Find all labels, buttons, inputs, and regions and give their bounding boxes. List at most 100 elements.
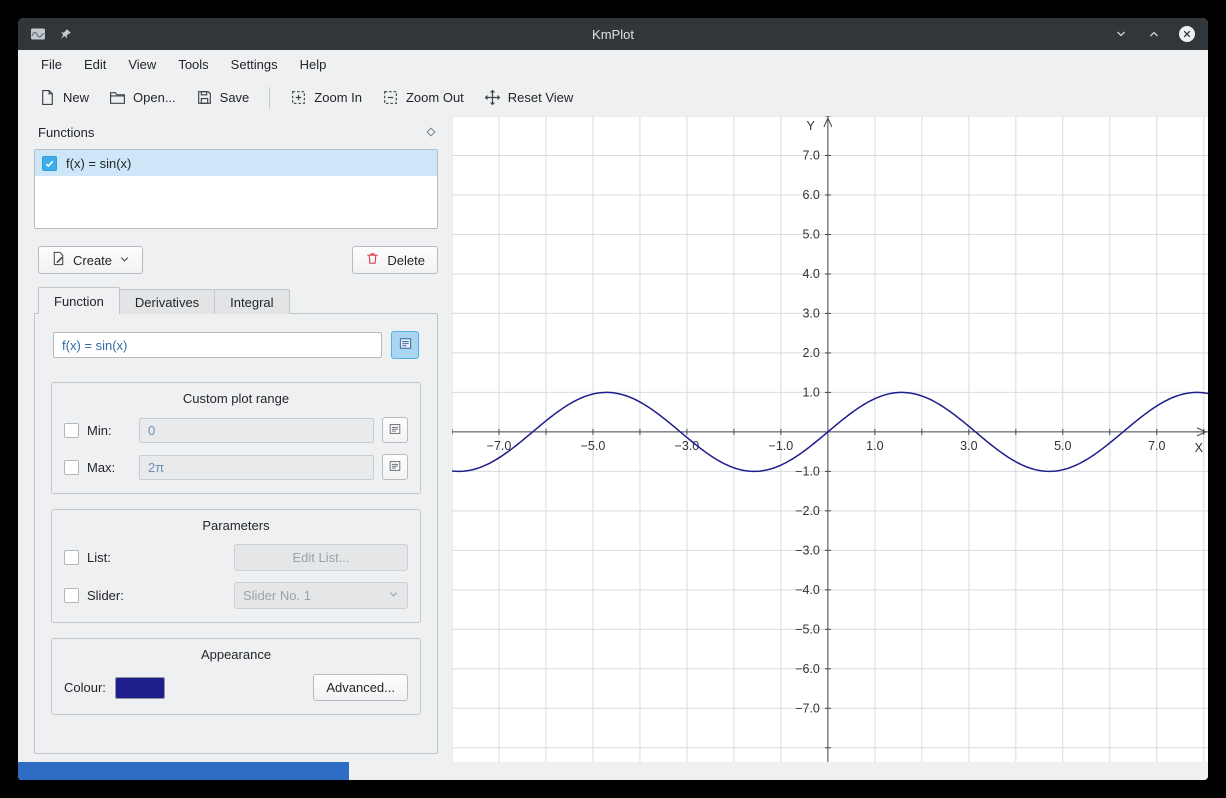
zoom-out-button[interactable]: Zoom Out <box>373 84 473 111</box>
open-folder-icon <box>109 89 126 106</box>
svg-text:−2.0: −2.0 <box>795 504 820 518</box>
function-list-item-label: f(x) = sin(x) <box>66 156 131 171</box>
max-editor-icon <box>388 459 402 476</box>
combo-chevron-down-icon <box>388 588 399 603</box>
equation-input[interactable]: f(x) = sin(x) <box>53 332 382 358</box>
slider-checkbox[interactable] <box>64 588 79 603</box>
svg-text:5.0: 5.0 <box>802 227 819 241</box>
statusbar <box>18 762 1208 780</box>
menu-help[interactable]: Help <box>291 53 336 76</box>
max-input: 2π <box>139 455 374 480</box>
menu-edit[interactable]: Edit <box>75 53 115 76</box>
tab-function[interactable]: Function <box>38 287 120 314</box>
svg-text:−7.0: −7.0 <box>487 439 512 453</box>
titlebar[interactable]: KmPlot <box>18 18 1208 50</box>
list-checkbox[interactable] <box>64 550 79 565</box>
menu-settings[interactable]: Settings <box>222 53 287 76</box>
max-value: 2π <box>148 460 164 475</box>
colour-swatch[interactable] <box>115 677 165 699</box>
slider-label: Slider: <box>87 588 131 603</box>
equation-editor-button[interactable] <box>391 331 419 359</box>
dock-float-icon[interactable] <box>424 125 438 139</box>
equation-text: f(x) = sin(x) <box>62 338 127 353</box>
advanced-button[interactable]: Advanced... <box>313 674 408 701</box>
function-tab-panel: f(x) = sin(x) Custom plot range Min: 0 <box>34 313 438 754</box>
new-button-label: New <box>63 90 89 105</box>
plot-view[interactable]: −7.0−5.0−3.0−1.01.03.05.07.0−7.0−6.0−5.0… <box>452 116 1208 762</box>
save-button[interactable]: Save <box>187 84 259 111</box>
svg-text:−4.0: −4.0 <box>795 583 820 597</box>
svg-text:1.0: 1.0 <box>866 439 883 453</box>
open-button-label: Open... <box>133 90 176 105</box>
toolbar: New Open... Save Zoom In Zoom Out Reset … <box>18 79 1208 116</box>
save-floppy-icon <box>196 89 213 106</box>
min-editor-icon <box>388 422 402 439</box>
svg-text:2.0: 2.0 <box>802 346 819 360</box>
shade-button[interactable] <box>1112 25 1130 43</box>
reset-view-button-label: Reset View <box>508 90 574 105</box>
open-button[interactable]: Open... <box>100 84 185 111</box>
function-tabs: Function Derivatives Integral <box>34 287 438 314</box>
create-button-label: Create <box>73 253 112 268</box>
function-list-item[interactable]: f(x) = sin(x) <box>35 150 437 176</box>
max-editor-button <box>382 454 408 480</box>
function-list[interactable]: f(x) = sin(x) <box>34 149 438 229</box>
create-function-icon <box>51 251 66 269</box>
min-label: Min: <box>87 423 131 438</box>
svg-text:X: X <box>1195 441 1204 455</box>
menu-tools[interactable]: Tools <box>169 53 217 76</box>
functions-dock: Functions f(x) = sin(x) Create <box>18 116 452 762</box>
chevron-down-icon <box>119 253 130 268</box>
maximize-button[interactable] <box>1145 25 1163 43</box>
svg-text:−5.0: −5.0 <box>795 622 820 636</box>
edit-list-button: Edit List... <box>234 544 408 571</box>
app-icon <box>29 25 47 43</box>
save-button-label: Save <box>220 90 250 105</box>
appearance-group: Appearance Colour: Advanced... <box>51 638 421 715</box>
plot-canvas[interactable]: −7.0−5.0−3.0−1.01.03.05.07.0−7.0−6.0−5.0… <box>452 116 1208 762</box>
parameters-group: Parameters List: Edit List... Slider: Sl… <box>51 509 421 623</box>
kmplot-window: KmPlot File Edit View Tools Settings Hel… <box>18 18 1208 780</box>
min-input: 0 <box>139 418 374 443</box>
window-title: KmPlot <box>18 27 1208 42</box>
custom-plot-range-title: Custom plot range <box>64 391 408 406</box>
max-label: Max: <box>87 460 131 475</box>
pin-icon[interactable] <box>56 25 74 43</box>
new-document-icon <box>39 89 56 106</box>
svg-text:1.0: 1.0 <box>802 385 819 399</box>
tab-integral-label: Integral <box>230 295 273 310</box>
svg-text:7.0: 7.0 <box>802 148 819 162</box>
advanced-button-label: Advanced... <box>326 680 395 695</box>
zoom-in-icon <box>290 89 307 106</box>
delete-button[interactable]: Delete <box>352 246 438 274</box>
slider-combobox: Slider No. 1 <box>234 582 408 609</box>
reset-view-button[interactable]: Reset View <box>475 84 583 111</box>
max-checkbox[interactable] <box>64 460 79 475</box>
tab-integral[interactable]: Integral <box>214 289 289 314</box>
colour-label: Colour: <box>64 680 106 695</box>
svg-text:Y: Y <box>807 119 816 133</box>
zoom-out-button-label: Zoom Out <box>406 90 464 105</box>
custom-plot-range-group: Custom plot range Min: 0 Max: <box>51 382 421 494</box>
trash-icon <box>365 251 380 269</box>
tab-function-label: Function <box>54 294 104 309</box>
menu-file[interactable]: File <box>32 53 71 76</box>
svg-text:−5.0: −5.0 <box>581 439 606 453</box>
menu-view[interactable]: View <box>119 53 165 76</box>
zoom-in-button-label: Zoom In <box>314 90 362 105</box>
svg-text:−1.0: −1.0 <box>769 439 794 453</box>
close-button[interactable] <box>1178 25 1196 43</box>
tab-derivatives[interactable]: Derivatives <box>119 289 215 314</box>
create-button[interactable]: Create <box>38 246 143 274</box>
tab-derivatives-label: Derivatives <box>135 295 199 310</box>
zoom-out-icon <box>382 89 399 106</box>
svg-text:−6.0: −6.0 <box>795 662 820 676</box>
zoom-in-button[interactable]: Zoom In <box>281 84 371 111</box>
svg-text:−7.0: −7.0 <box>795 701 820 715</box>
new-button[interactable]: New <box>30 84 98 111</box>
function-visible-checkbox[interactable] <box>42 156 57 171</box>
parameters-title: Parameters <box>64 518 408 533</box>
svg-text:6.0: 6.0 <box>802 188 819 202</box>
toolbar-separator <box>269 87 270 109</box>
min-checkbox[interactable] <box>64 423 79 438</box>
